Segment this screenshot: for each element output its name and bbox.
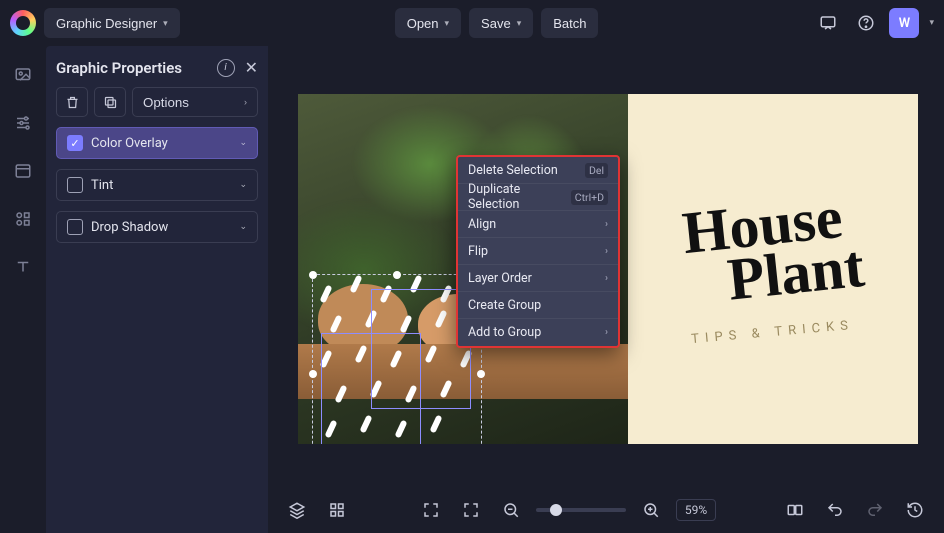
- options-dropdown[interactable]: Options ›: [132, 87, 258, 117]
- redo-icon[interactable]: [860, 495, 890, 525]
- resize-handle[interactable]: [309, 271, 317, 279]
- avatar-initial: W: [899, 16, 910, 31]
- chevron-down-icon: ⌄: [239, 222, 247, 232]
- ctx-label: Layer Order: [468, 271, 532, 286]
- resize-handle[interactable]: [309, 370, 317, 378]
- chevron-right-icon: ›: [605, 327, 608, 338]
- resize-handle[interactable]: [477, 370, 485, 378]
- text-tool-icon[interactable]: [8, 252, 38, 282]
- chevron-right-icon: ›: [605, 273, 608, 284]
- zoom-slider[interactable]: [536, 508, 626, 512]
- pattern-element: [349, 275, 362, 294]
- ctx-label: Create Group: [468, 298, 541, 313]
- image-tool-icon[interactable]: [8, 60, 38, 90]
- duplicate-icon[interactable]: [94, 87, 126, 117]
- prop-label: Drop Shadow: [91, 220, 231, 235]
- chevron-down-icon: ▾: [445, 18, 450, 29]
- app-name-label: Graphic Designer: [56, 16, 157, 31]
- grid-icon[interactable]: [322, 495, 352, 525]
- ctx-shortcut: Ctrl+D: [571, 190, 608, 205]
- prop-label: Color Overlay: [91, 136, 231, 151]
- headline-text: House Plant: [680, 190, 866, 310]
- ctx-align[interactable]: Align ›: [458, 211, 618, 238]
- pattern-element: [429, 415, 442, 434]
- ctx-shortcut: Del: [585, 163, 608, 178]
- chevron-down-icon: ⌄: [239, 180, 247, 190]
- headline-line2: Plant: [725, 240, 866, 305]
- ctx-label: Delete Selection: [468, 163, 558, 178]
- layers-icon[interactable]: [282, 495, 312, 525]
- checkbox-icon[interactable]: [67, 177, 83, 193]
- open-label: Open: [407, 16, 439, 31]
- chevron-down-icon: ▾: [517, 18, 522, 29]
- help-icon[interactable]: [851, 8, 881, 38]
- ctx-label: Flip: [468, 244, 488, 259]
- properties-panel: Graphic Properties i ✕ Options › ✓ Color…: [46, 46, 268, 533]
- context-menu: Delete Selection Del Duplicate Selection…: [456, 155, 620, 348]
- resize-handle[interactable]: [393, 271, 401, 279]
- pattern-element: [319, 285, 332, 304]
- chevron-down-icon: ⌄: [239, 138, 247, 148]
- zoom-out-icon[interactable]: [496, 495, 526, 525]
- ctx-layer-order[interactable]: Layer Order ›: [458, 265, 618, 292]
- app-logo[interactable]: [10, 10, 36, 36]
- history-icon[interactable]: [900, 495, 930, 525]
- ctx-label: Add to Group: [468, 325, 541, 340]
- info-icon[interactable]: i: [217, 59, 235, 77]
- fit-icon[interactable]: [416, 495, 446, 525]
- save-button[interactable]: Save ▾: [469, 8, 533, 38]
- save-label: Save: [481, 16, 511, 31]
- slider-knob[interactable]: [550, 504, 562, 516]
- avatar[interactable]: W: [889, 8, 919, 38]
- ctx-label: Align: [468, 217, 496, 232]
- options-label: Options: [143, 95, 189, 110]
- template-tool-icon[interactable]: [8, 156, 38, 186]
- batch-button[interactable]: Batch: [541, 8, 598, 38]
- shapes-tool-icon[interactable]: [8, 204, 38, 234]
- chevron-down-icon: ▾: [163, 18, 168, 29]
- toolstrip: [0, 46, 46, 533]
- ctx-label: Duplicate Selection: [468, 182, 571, 212]
- ctx-flip[interactable]: Flip ›: [458, 238, 618, 265]
- prop-tint[interactable]: Tint ⌄: [56, 169, 258, 201]
- panel-title: Graphic Properties: [56, 59, 207, 77]
- compare-icon[interactable]: [780, 495, 810, 525]
- close-icon[interactable]: ✕: [245, 58, 258, 77]
- ctx-duplicate-selection[interactable]: Duplicate Selection Ctrl+D: [458, 184, 618, 211]
- app-name-dropdown[interactable]: Graphic Designer ▾: [44, 8, 180, 38]
- checkbox-icon[interactable]: [67, 219, 83, 235]
- prop-drop-shadow[interactable]: Drop Shadow ⌄: [56, 211, 258, 243]
- zoom-percentage[interactable]: 59%: [676, 499, 716, 521]
- ctx-add-to-group[interactable]: Add to Group ›: [458, 319, 618, 346]
- prop-color-overlay[interactable]: ✓ Color Overlay ⌄: [56, 127, 258, 159]
- sliders-tool-icon[interactable]: [8, 108, 38, 138]
- checkbox-icon[interactable]: ✓: [67, 135, 83, 151]
- pattern-element: [329, 315, 342, 334]
- fullscreen-icon[interactable]: [456, 495, 486, 525]
- chevron-right-icon: ›: [605, 219, 608, 230]
- trash-icon[interactable]: [56, 87, 88, 117]
- chevron-right-icon: ›: [605, 246, 608, 257]
- undo-icon[interactable]: [820, 495, 850, 525]
- text-side: House Plant TIPS & TRICKS: [628, 94, 918, 444]
- chevron-right-icon: ›: [244, 97, 247, 107]
- prop-label: Tint: [91, 178, 231, 193]
- chevron-down-icon[interactable]: ▾: [929, 18, 934, 28]
- ctx-delete-selection[interactable]: Delete Selection Del: [458, 157, 618, 184]
- zoom-in-icon[interactable]: [636, 495, 666, 525]
- ctx-create-group[interactable]: Create Group: [458, 292, 618, 319]
- subtitle-text: TIPS & TRICKS: [691, 317, 855, 346]
- open-button[interactable]: Open ▾: [395, 8, 461, 38]
- feedback-icon[interactable]: [813, 8, 843, 38]
- batch-label: Batch: [553, 16, 586, 31]
